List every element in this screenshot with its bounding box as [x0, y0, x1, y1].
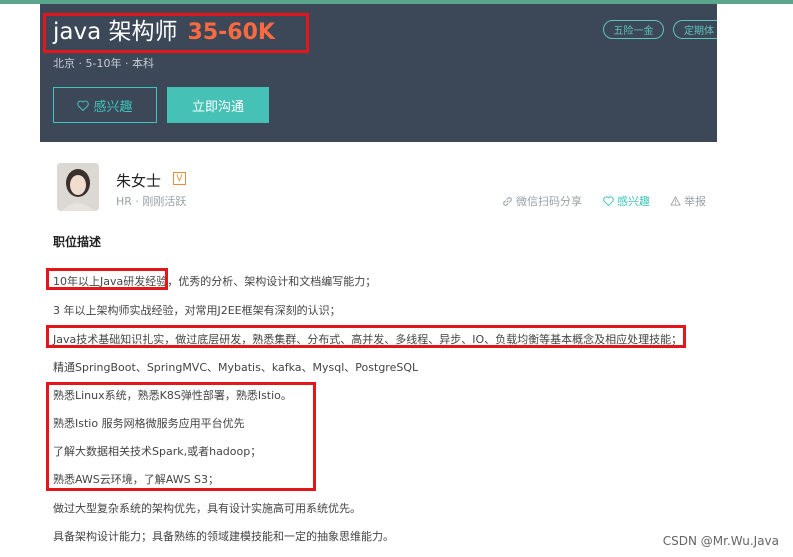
warning-icon	[670, 196, 681, 206]
report-label: 举报	[684, 195, 706, 208]
highlight-box-cloud-skills	[46, 382, 316, 491]
description-line: 3 年以上架构师实战经验，对常用J2EE框架有深刻的认识；	[53, 304, 341, 317]
avatar-portrait-icon	[57, 163, 99, 211]
highlight-box-fundamentals	[46, 325, 686, 348]
verified-badge: V	[173, 172, 186, 185]
highlight-box-experience	[46, 268, 168, 290]
report-link[interactable]: 举报	[670, 193, 706, 209]
benefit-tag: 五险一金	[603, 20, 664, 39]
wechat-share-label: 微信扫码分享	[516, 195, 582, 208]
link-icon	[503, 196, 512, 206]
chat-now-button[interactable]: 立即沟通	[167, 87, 269, 123]
heart-icon	[77, 100, 90, 111]
highlight-box-title	[43, 13, 309, 53]
interest-button[interactable]: 感兴趣	[53, 87, 157, 123]
recruiter-meta: HR · 刚刚活跃	[116, 195, 187, 208]
interest-link-label: 感兴趣	[617, 195, 650, 208]
description-line: 具备架构设计能力；具备熟练的领域建模技能和一定的抽象思维能力。	[53, 530, 394, 543]
heart-icon	[603, 196, 614, 206]
avatar	[57, 163, 99, 211]
description-title: 职位描述	[53, 235, 102, 249]
interest-button-label: 感兴趣	[93, 99, 133, 115]
recruiter-name: 朱女士	[116, 172, 162, 190]
wechat-share-link[interactable]: 微信扫码分享	[502, 193, 582, 209]
description-line: 精通SpringBoot、SpringMVC、Mybatis、kafka、Mys…	[53, 361, 419, 374]
interest-link[interactable]: 感兴趣	[603, 193, 650, 209]
watermark: CSDN @Mr.Wu.Java	[662, 534, 779, 548]
benefit-tag: 定期体	[673, 20, 717, 39]
description-line: 做过大型复杂系统的架构优先，具有设计实施高可用系统优先。	[53, 502, 361, 515]
job-meta: 北京 · 5-10年 · 本科	[53, 57, 154, 70]
